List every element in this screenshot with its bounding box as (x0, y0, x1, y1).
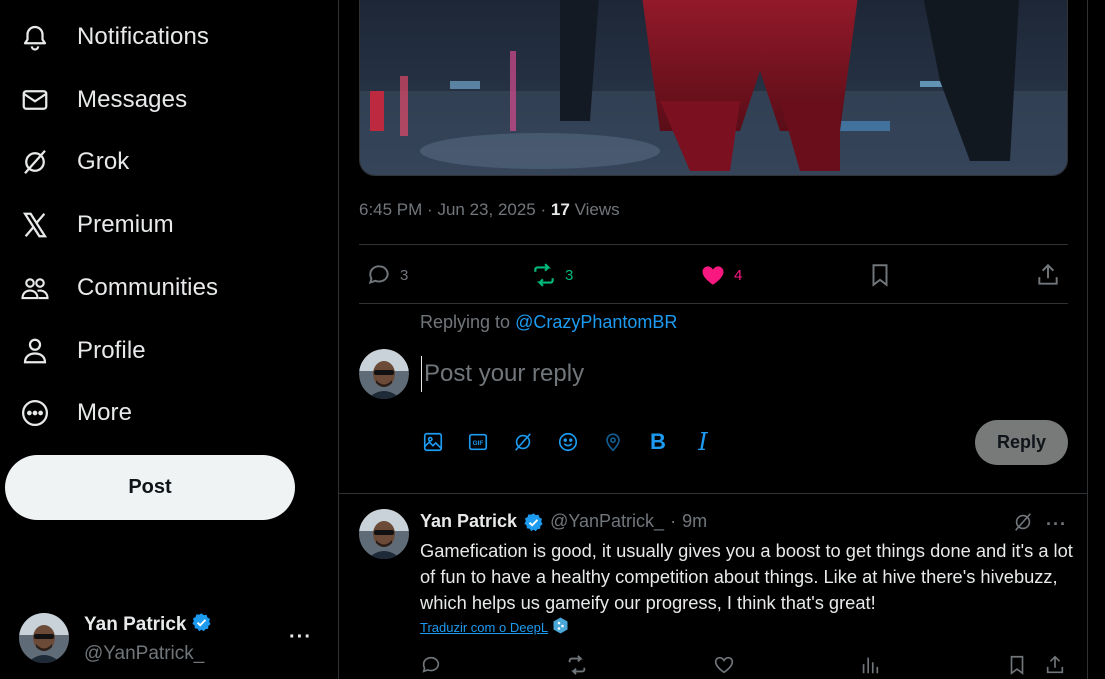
post-button[interactable]: Post (5, 455, 295, 520)
post-date[interactable]: Jun 23, 2025 (437, 200, 535, 219)
envelope-icon (16, 81, 54, 119)
account-more-icon[interactable]: ··· (289, 626, 312, 649)
verified-badge-icon (191, 612, 212, 639)
reply-input[interactable] (421, 356, 981, 392)
meta-dot: · (427, 200, 433, 219)
people-icon (16, 269, 54, 307)
sidebar: Notifications Messages Grok Premium Comm… (0, 0, 338, 679)
account-switcher[interactable]: Yan Patrick @YanPatrick_ ··· (19, 612, 319, 664)
reply-count: 3 (400, 266, 409, 284)
image-icon[interactable] (421, 428, 445, 456)
tweet-more-icon[interactable]: ··· (1046, 514, 1067, 535)
tweet-header: Yan Patrick @YanPatrick_ · 9m (420, 511, 707, 533)
meta-dot: · (540, 200, 547, 219)
svg-text:GIF: GIF (473, 440, 484, 447)
bold-icon[interactable]: B (646, 428, 670, 456)
verified-badge-icon (523, 511, 544, 533)
post-meta: 6:45 PM · Jun 23, 2025 · 17 Views (359, 200, 620, 220)
nav-messages[interactable]: Messages (16, 75, 187, 125)
bookmark-icon[interactable] (1006, 654, 1028, 676)
reply-icon (368, 265, 389, 285)
nav-profile[interactable]: Profile (16, 326, 146, 376)
nav-premium[interactable]: Premium (16, 200, 174, 250)
grok-icon[interactable] (1012, 511, 1034, 538)
italic-icon[interactable]: I (691, 428, 715, 456)
composer-toolbar: GIF B I (421, 428, 715, 456)
nav-notifications[interactable]: Notifications (16, 12, 209, 62)
views-count: 17 (550, 200, 570, 219)
nav-communities-label: Communities (77, 274, 219, 301)
repost-icon (534, 263, 554, 287)
tweet-dot: · (670, 511, 677, 532)
like-count: 4 (734, 266, 743, 284)
reply-icon[interactable] (420, 654, 442, 676)
bookmark-action[interactable] (867, 262, 893, 288)
repost-action[interactable]: 3 (531, 262, 573, 288)
tweet-text: Gamefication is good, it usually gives y… (420, 540, 1073, 613)
nav-more[interactable]: More (16, 388, 132, 438)
person-icon (16, 332, 54, 370)
post-time[interactable]: 6:45 PM (359, 200, 422, 219)
nav-grok[interactable]: Grok (16, 137, 129, 187)
main-column: 6:45 PM · Jun 23, 2025 · 17 Views 3 3 4 … (338, 0, 1088, 679)
replying-to: Replying to @CrazyPhantomBR (420, 312, 677, 333)
emoji-icon[interactable] (556, 428, 580, 456)
composer-avatar (359, 349, 409, 404)
grok-icon[interactable] (511, 428, 535, 456)
account-name: Yan Patrick (84, 614, 187, 635)
location-icon[interactable] (601, 428, 625, 456)
reply-button[interactable]: Reply (975, 420, 1068, 465)
nav-grok-label: Grok (77, 148, 130, 175)
tweet-header-actions: ··· (1012, 511, 1067, 538)
nav-notifications-label: Notifications (77, 23, 210, 50)
divider (339, 493, 1087, 494)
nav-more-label: More (77, 399, 133, 426)
post-action-bar: 3 3 4 (359, 244, 1068, 304)
replying-prefix: Replying to (420, 312, 511, 332)
x-logo-icon (16, 206, 54, 244)
views-label: Views (574, 200, 620, 219)
like-action[interactable]: 4 (700, 262, 742, 288)
more-circle-icon (16, 394, 54, 432)
post-media-image[interactable] (359, 0, 1068, 176)
heart-filled-icon (702, 266, 724, 285)
deepl-icon (553, 617, 568, 637)
tweet-author-handle[interactable]: @YanPatrick_ (550, 511, 664, 532)
avatar (19, 613, 69, 663)
nav-profile-label: Profile (77, 337, 146, 364)
translate-label[interactable]: Traduzir com o DeepL (420, 620, 548, 635)
nav-premium-label: Premium (77, 211, 174, 238)
share-icon (1038, 263, 1058, 285)
tweet-time[interactable]: 9m (682, 511, 707, 532)
bell-icon (16, 18, 54, 56)
grok-icon (16, 143, 54, 181)
gif-icon[interactable]: GIF (466, 428, 490, 456)
account-name-row: Yan Patrick (84, 612, 212, 639)
tweet-avatar[interactable] (359, 509, 409, 564)
translate-link[interactable]: Traduzir com o DeepL (420, 617, 568, 637)
repost-icon[interactable] (566, 654, 588, 676)
share-action[interactable] (1035, 262, 1061, 288)
repost-count: 3 (565, 266, 574, 284)
replying-handle-link[interactable]: @CrazyPhantomBR (515, 312, 677, 332)
reply-action[interactable]: 3 (366, 262, 408, 288)
share-icon[interactable] (1044, 654, 1066, 676)
nav-messages-label: Messages (77, 86, 188, 113)
account-handle: @YanPatrick_ (84, 642, 205, 664)
bookmark-icon (872, 264, 888, 287)
analytics-icon[interactable] (859, 654, 881, 676)
heart-icon[interactable] (713, 654, 735, 676)
tweet-author-name[interactable]: Yan Patrick (420, 511, 517, 532)
nav-communities[interactable]: Communities (16, 263, 218, 313)
